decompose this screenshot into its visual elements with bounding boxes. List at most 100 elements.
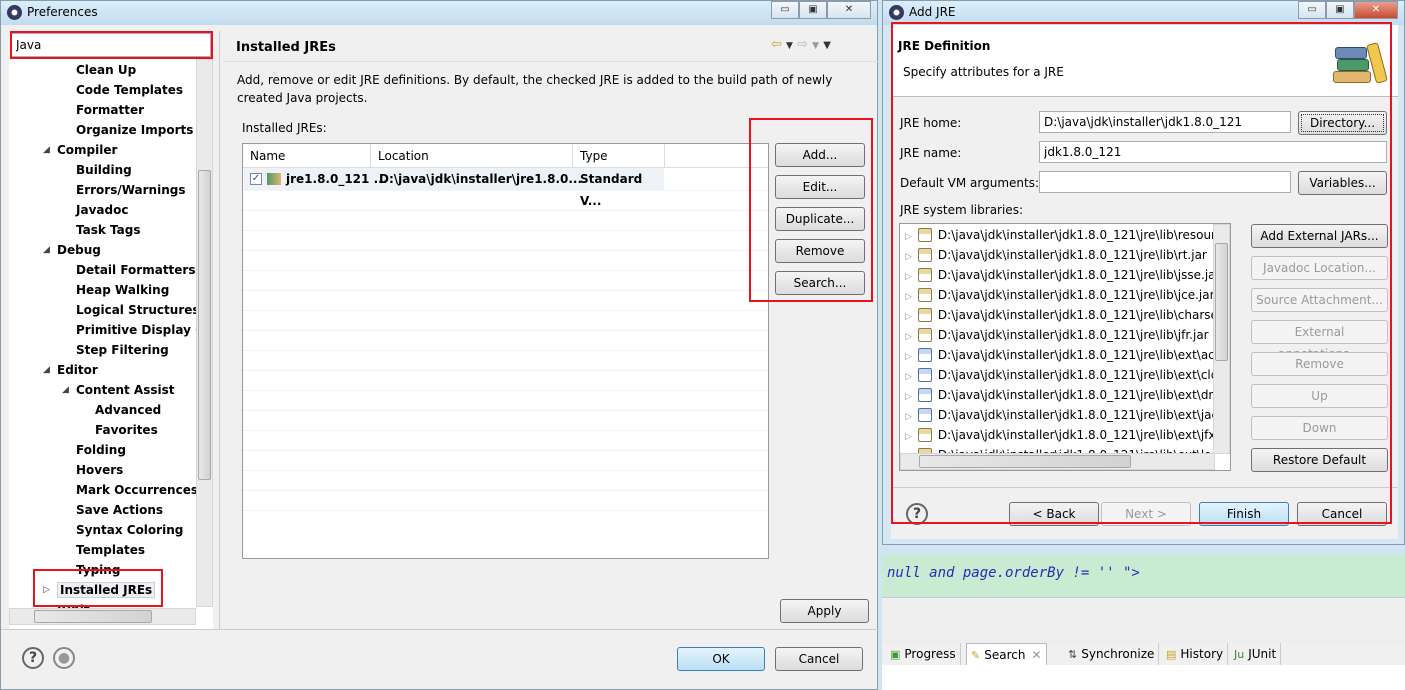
close-tab-icon[interactable]: ✕ — [1031, 648, 1041, 662]
expand-arrow-icon[interactable]: ▷ — [905, 332, 912, 342]
expand-arrow-icon[interactable]: ▷ — [905, 292, 912, 302]
column-header-name[interactable]: Name — [243, 144, 371, 168]
tree-item-errors-warnings[interactable]: Errors/Warnings — [76, 180, 185, 200]
duplicate-button[interactable]: Duplicate... — [775, 207, 865, 231]
apply-button[interactable]: Apply — [780, 599, 869, 623]
jre-name-input[interactable] — [1039, 141, 1387, 163]
back-button[interactable]: < Back — [1009, 502, 1099, 526]
expand-arrow-icon[interactable]: ▷ — [905, 412, 912, 422]
add-button[interactable]: Add... — [775, 143, 865, 167]
removebutton[interactable]: Remove — [1251, 352, 1388, 376]
minimize-button[interactable]: ▭ — [771, 1, 799, 19]
column-header-type[interactable]: Type — [573, 144, 665, 168]
expanded-arrow-icon[interactable]: ◢ — [43, 240, 50, 260]
tree-item-formatter[interactable]: Formatter — [76, 100, 144, 120]
add-external-jars-button[interactable]: Add External JARs... — [1251, 224, 1388, 248]
tree-item-folding[interactable]: Folding — [76, 440, 126, 460]
column-header-location[interactable]: Location — [371, 144, 573, 168]
cancel-button[interactable]: Cancel — [1297, 502, 1387, 526]
tree-item-editor[interactable]: ◢ Editor — [43, 360, 98, 380]
tree-item-organize-imports[interactable]: Organize Imports — [76, 120, 193, 140]
expanded-arrow-icon[interactable]: ◢ — [62, 380, 69, 400]
library-item[interactable]: ▷D:\java\jdk\installer\jdk1.8.0_121\jre\… — [905, 245, 1207, 265]
tab-junit[interactable]: Ju JUnit — [1230, 643, 1282, 665]
downbutton[interactable]: Down — [1251, 416, 1388, 440]
tree-item-save-actions[interactable]: Save Actions — [76, 500, 163, 520]
tab-search[interactable]: ✎ Search ✕ — [966, 643, 1047, 665]
minimize-button[interactable]: ▭ — [1298, 1, 1326, 19]
library-item[interactable]: ▷D:\java\jdk\installer\jdk1.8.0_121\jre\… — [905, 285, 1215, 305]
tree-item-hovers[interactable]: Hovers — [76, 460, 123, 480]
tab-progress[interactable]: ▣ Progress — [886, 643, 961, 665]
import-export-icon[interactable]: ● — [53, 647, 75, 669]
tree-item-syntax-coloring[interactable]: Syntax Coloring — [76, 520, 183, 540]
expanded-arrow-icon[interactable]: ◢ — [43, 140, 50, 160]
help-icon[interactable]: ? — [906, 503, 928, 525]
finish-button[interactable]: Finish — [1199, 502, 1289, 526]
libraries-hscrollbar[interactable] — [900, 453, 1215, 470]
cancel-button[interactable]: Cancel — [775, 647, 863, 671]
tree-item-content-assist[interactable]: ◢ Content Assist — [62, 380, 175, 400]
table-row[interactable]: ✓ jre1.8.0_121 ... D:\java\jdk\installer\j… — [244, 168, 664, 208]
variables-button[interactable]: Variables... — [1298, 171, 1387, 195]
jre-home-input[interactable] — [1039, 111, 1291, 133]
library-item[interactable]: ▷D:\java\jdk\installer\jdk1.8.0_121\jre\… — [905, 225, 1215, 245]
tree-item-javadoc[interactable]: Javadoc — [76, 200, 128, 220]
collapsed-arrow-icon[interactable]: ▷ — [43, 580, 50, 600]
expand-arrow-icon[interactable]: ▷ — [905, 312, 912, 322]
close-button[interactable]: ✕ — [827, 1, 871, 19]
library-item[interactable]: ▷D:\java\jdk\installer\jdk1.8.0_121\jre\… — [905, 405, 1215, 425]
tree-item-step-filtering[interactable]: Step Filtering — [76, 340, 169, 360]
tree-item-heap-walking[interactable]: Heap Walking — [76, 280, 169, 300]
tree-item-mark-occurrences[interactable]: Mark Occurrences — [76, 480, 198, 500]
tab-synchronize[interactable]: ⇅ Synchronize — [1064, 643, 1160, 665]
tree-item-debug[interactable]: ◢ Debug — [43, 240, 101, 260]
expand-arrow-icon[interactable]: ▷ — [905, 352, 912, 362]
tree-item-detail-formatters[interactable]: Detail Formatters — [76, 260, 195, 280]
tree-vscrollbar[interactable] — [196, 59, 213, 607]
tab-history[interactable]: ▤ History — [1162, 643, 1229, 665]
expand-arrow-icon[interactable]: ▷ — [905, 392, 912, 402]
tree-item-compiler[interactable]: ◢ Compiler — [43, 140, 117, 160]
tree-item-typing[interactable]: Typing — [76, 560, 120, 580]
library-item[interactable]: ▷D:\java\jdk\installer\jdk1.8.0_121\jre\… — [905, 325, 1209, 345]
tree-item-installed-jres[interactable]: ▷ Installed JREs — [43, 580, 156, 600]
source-attachment-button[interactable]: Source Attachment... — [1251, 288, 1388, 312]
maximize-button[interactable]: ▣ — [799, 1, 827, 19]
library-item[interactable]: ▷D:\java\jdk\installer\jdk1.8.0_121\jre\… — [905, 445, 1215, 453]
tree-item-task-tags[interactable]: Task Tags — [76, 220, 141, 240]
tree-item-logical-structures[interactable]: Logical Structures — [76, 300, 200, 320]
libraries-vscrollbar[interactable] — [1213, 224, 1230, 454]
help-icon[interactable]: ? — [22, 647, 44, 669]
close-button[interactable]: ✕ — [1354, 1, 1398, 19]
tree-item-building[interactable]: Building — [76, 160, 132, 180]
restore-defaultbutton[interactable]: Restore Default — [1251, 448, 1388, 472]
maximize-button[interactable]: ▣ — [1326, 1, 1354, 19]
tree-item-primitive-display-o[interactable]: Primitive Display O — [76, 320, 205, 340]
next-button[interactable]: Next > — [1101, 502, 1191, 526]
library-item[interactable]: ▷D:\java\jdk\installer\jdk1.8.0_121\jre\… — [905, 365, 1215, 385]
ok-button[interactable]: OK — [677, 647, 765, 671]
library-item[interactable]: ▷D:\java\jdk\installer\jdk1.8.0_121\jre\… — [905, 345, 1215, 365]
expand-arrow-icon[interactable]: ▷ — [905, 252, 912, 262]
jre-checkbox[interactable]: ✓ — [250, 173, 262, 185]
tree-item-favorites[interactable]: Favorites — [95, 420, 158, 440]
remove-button[interactable]: Remove — [775, 239, 865, 263]
directory-button[interactable]: Directory... — [1298, 111, 1387, 135]
external-annotations-button[interactable]: External annotations... — [1251, 320, 1388, 361]
library-item[interactable]: ▷D:\java\jdk\installer\jdk1.8.0_121\jre\… — [905, 425, 1215, 445]
expand-arrow-icon[interactable]: ▷ — [905, 232, 912, 242]
tree-item-clean-up[interactable]: Clean Up — [76, 60, 136, 80]
nav-arrows[interactable]: ⇦ ▼ ⇨ ▼ ▼ — [771, 37, 831, 52]
expand-arrow-icon[interactable]: ▷ — [905, 272, 912, 282]
expanded-arrow-icon[interactable]: ◢ — [43, 360, 50, 380]
search-button[interactable]: Search... — [775, 271, 865, 295]
tree-item-code-templates[interactable]: Code Templates — [76, 80, 183, 100]
expand-arrow-icon[interactable]: ▷ — [905, 432, 912, 442]
tree-item-templates[interactable]: Templates — [76, 540, 145, 560]
tree-hscrollbar[interactable] — [9, 608, 196, 625]
tree-item-advanced[interactable]: Advanced — [95, 400, 161, 420]
javadoc-location-button[interactable]: Javadoc Location... — [1251, 256, 1388, 280]
expand-arrow-icon[interactable]: ▷ — [905, 372, 912, 382]
upbutton[interactable]: Up — [1251, 384, 1388, 408]
